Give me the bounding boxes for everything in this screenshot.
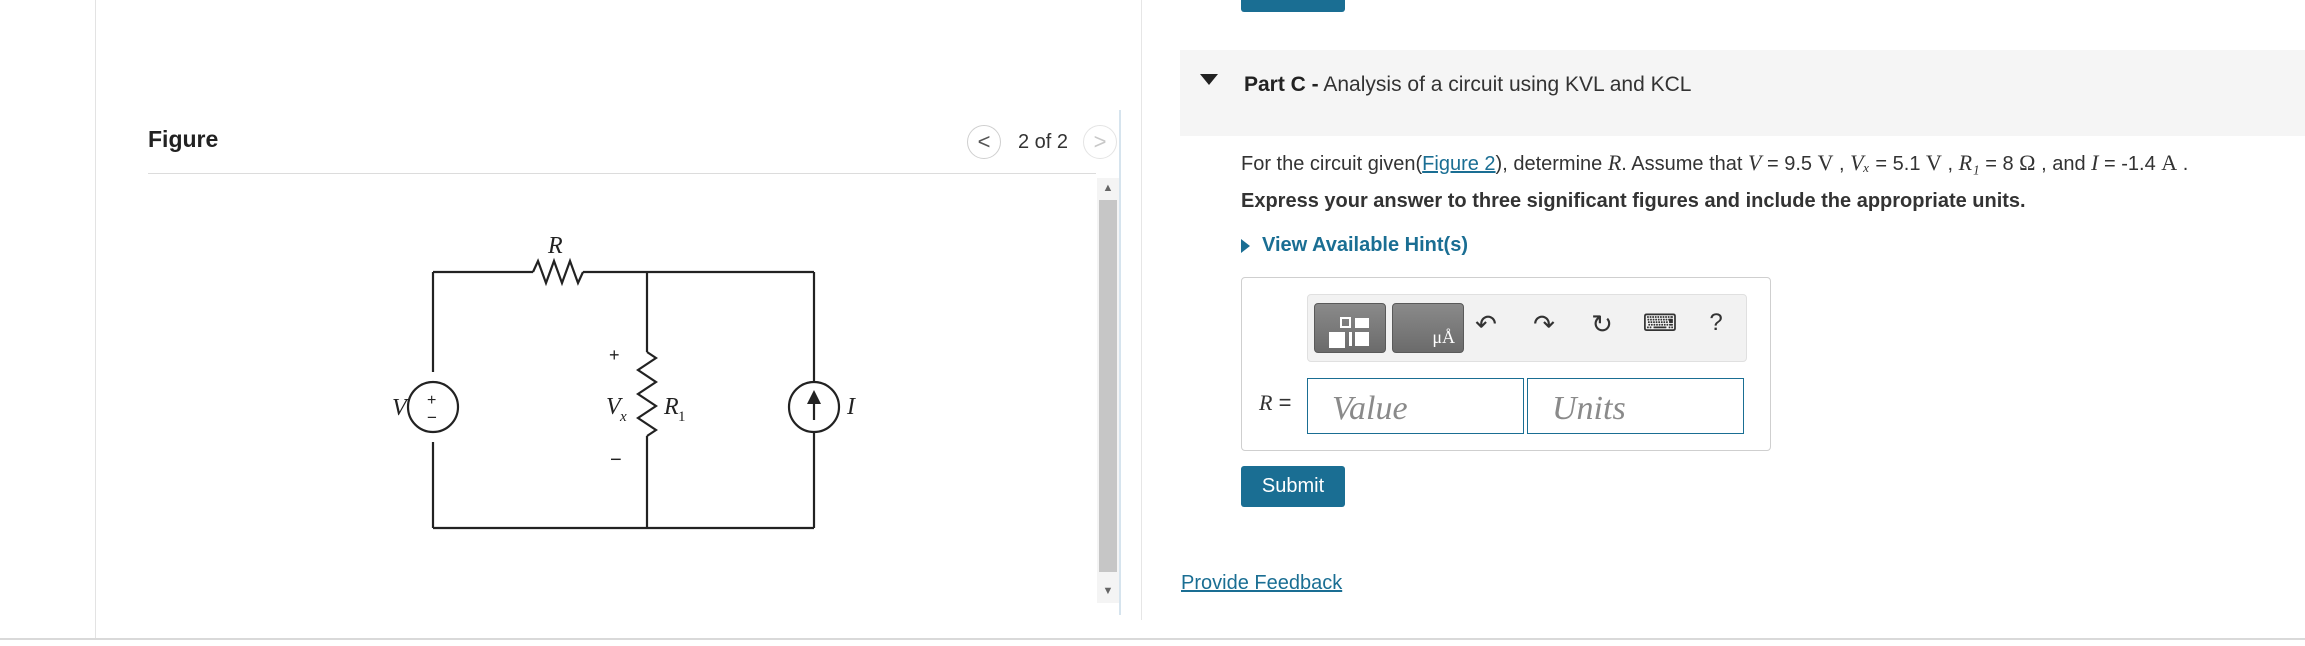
value-vx: = 5.1 xyxy=(1869,153,1927,175)
previous-figure-button[interactable]: < xyxy=(967,125,1001,159)
expand-triangle-icon xyxy=(1241,238,1250,253)
scroll-down-arrow-icon[interactable]: ▼ xyxy=(1101,585,1115,597)
circuit-diagram: V R V x R 1 I + − + − xyxy=(392,233,856,530)
source-plus-sign: + xyxy=(427,392,436,409)
current-arrow-icon xyxy=(807,390,821,404)
figure-title: Figure xyxy=(148,126,219,152)
part-name: Analysis of a circuit using KVL and KCL xyxy=(1323,73,1692,96)
math-toolbar: μÅ ↶ ↷ ↻ ⌨ ? xyxy=(1307,294,1747,362)
figure-pager: 2 of 2 xyxy=(1018,131,1069,153)
unit-volts: V xyxy=(1926,150,1942,175)
separator: , and xyxy=(2035,153,2092,175)
answer-instruction: Express your answer to three significant… xyxy=(1241,190,2026,212)
resistor-r1 xyxy=(636,351,658,437)
separator: , xyxy=(1941,153,1959,175)
figure-scrollbar-thumb[interactable] xyxy=(1099,200,1117,572)
chevron-right-icon: > xyxy=(1093,129,1107,154)
bottom-rule xyxy=(0,638,2305,640)
source-minus-sign: − xyxy=(427,408,437,427)
units-tool-button[interactable]: μÅ xyxy=(1392,303,1464,353)
left-margin-rule xyxy=(95,0,96,640)
pane-divider-handle[interactable] xyxy=(1119,110,1121,615)
provide-feedback-link[interactable]: Provide Feedback xyxy=(1181,572,1342,595)
help-icon[interactable]: ? xyxy=(1698,309,1734,337)
vx-plus-sign: + xyxy=(609,345,620,365)
submit-button[interactable]: Submit xyxy=(1241,466,1345,507)
redo-icon[interactable]: ↷ xyxy=(1526,309,1562,340)
resistor-r xyxy=(531,257,585,287)
templates-tool-button[interactable] xyxy=(1314,303,1386,353)
chevron-left-icon: < xyxy=(977,129,991,154)
problem-end: . xyxy=(2177,153,2189,175)
previous-submit-button[interactable] xyxy=(1241,0,1345,12)
math-var-r: R xyxy=(1607,150,1622,175)
unit-volts: V xyxy=(1817,150,1834,175)
math-var-r1: R₁ xyxy=(1958,150,1980,175)
r1-label: R xyxy=(663,394,679,420)
value-i: = -1.4 xyxy=(2098,153,2162,175)
undo-icon[interactable]: ↶ xyxy=(1468,309,1504,340)
units-icon: μÅ xyxy=(1432,327,1455,347)
vx-subscript: x xyxy=(619,409,627,425)
resistor-r-label: R xyxy=(547,233,563,259)
scroll-up-arrow-icon[interactable]: ▲ xyxy=(1101,182,1115,194)
part-prefix: Part C - xyxy=(1244,73,1319,96)
answer-label: R = xyxy=(1259,390,1291,416)
keyboard-icon[interactable]: ⌨ xyxy=(1642,309,1678,338)
current-label: I xyxy=(846,394,856,420)
vx-minus-sign: − xyxy=(610,449,622,471)
value-v: = 9.5 xyxy=(1761,153,1818,175)
separator: , xyxy=(1833,153,1851,175)
unit-ohms: Ω xyxy=(2019,150,2036,175)
pane-divider[interactable] xyxy=(1141,0,1142,620)
next-figure-button[interactable]: > xyxy=(1083,125,1117,159)
figure-link[interactable]: Figure 2 xyxy=(1422,153,1495,175)
value-input[interactable] xyxy=(1307,378,1524,434)
math-var-vx: Vₓ xyxy=(1850,150,1870,175)
figure-divider xyxy=(148,173,1096,174)
problem-text: ), determine xyxy=(1495,153,1608,175)
answer-label-eq: = xyxy=(1272,390,1292,415)
r1-subscript: 1 xyxy=(678,409,686,425)
reset-icon[interactable]: ↻ xyxy=(1584,309,1620,340)
view-hints-link[interactable]: View Available Hint(s) xyxy=(1241,234,1468,257)
collapse-caret-icon[interactable] xyxy=(1200,74,1218,85)
problem-text: . Assume that xyxy=(1621,153,1748,175)
part-title: Part C - Analysis of a circuit using KVL… xyxy=(1244,73,1691,97)
answer-label-var: R xyxy=(1259,390,1273,415)
units-input[interactable] xyxy=(1527,378,1744,434)
unit-amps: A xyxy=(2161,150,2178,175)
problem-text: For the circuit given( xyxy=(1241,153,1423,175)
hint-label: View Available Hint(s) xyxy=(1262,234,1468,256)
source-voltage-label: V xyxy=(392,395,409,421)
problem-statement: For the circuit given(Figure 2), determi… xyxy=(1241,150,2188,176)
value-r1: = 8 xyxy=(1979,153,2020,175)
math-var-v: V xyxy=(1748,150,1762,175)
templates-icon xyxy=(1329,317,1369,348)
